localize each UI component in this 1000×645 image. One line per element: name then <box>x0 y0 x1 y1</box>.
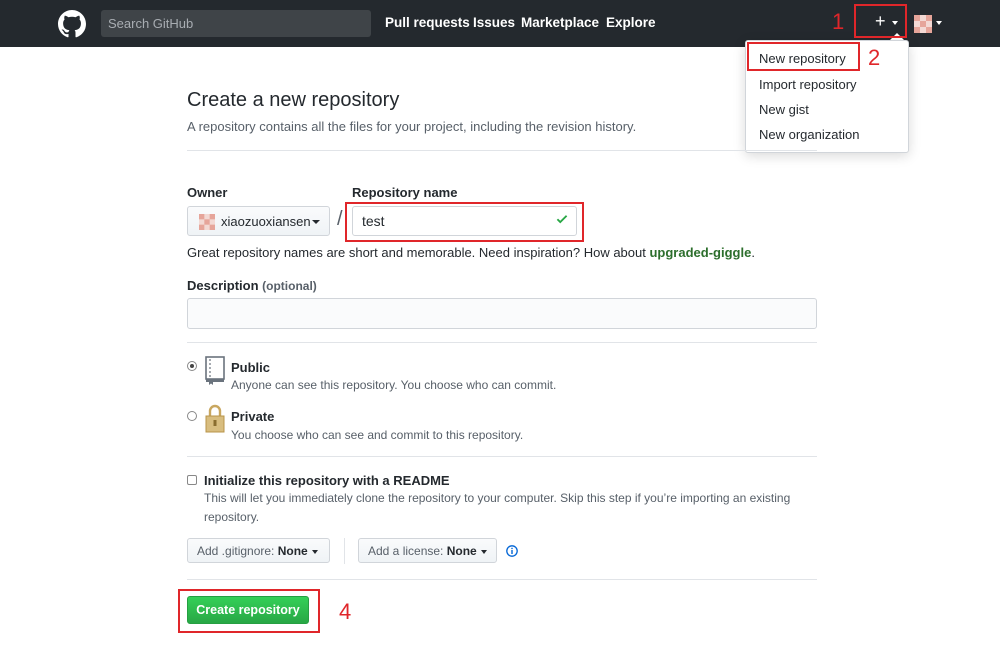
public-title: Public <box>231 360 271 375</box>
chevron-down-icon <box>480 549 487 554</box>
annotation-label-4: 4 <box>339 599 352 624</box>
gitignore-select[interactable]: Add .gitignore: None <box>187 538 330 563</box>
init-readme-description: This will let you immediately clone the … <box>204 491 791 505</box>
owner-avatar <box>199 214 215 230</box>
nav-marketplace[interactable]: Marketplace <box>521 15 599 30</box>
divider <box>187 150 817 151</box>
gitignore-label: Add .gitignore: <box>197 544 275 558</box>
chevron-down-icon <box>311 549 318 554</box>
info-icon[interactable] <box>506 545 518 557</box>
public-radio[interactable] <box>187 361 197 371</box>
create-repository-button[interactable]: Create repository <box>187 596 309 624</box>
license-label: Add a license: <box>368 544 444 558</box>
repo-icon <box>205 356 225 385</box>
repo-name-hint: Great repository names are short and mem… <box>187 245 755 260</box>
avatar-chevron-down-icon[interactable] <box>936 21 942 25</box>
annotation-label-1: 1 <box>832 9 845 34</box>
menu-item-new-gist[interactable]: New gist <box>759 102 809 117</box>
optional-tag: (optional) <box>262 279 317 293</box>
init-readme-checkbox[interactable] <box>187 475 197 485</box>
license-value: None <box>446 544 477 558</box>
menu-item-new-organization[interactable]: New organization <box>759 127 859 142</box>
description-label: Description <box>187 278 259 293</box>
menu-item-import-repository[interactable]: Import repository <box>759 77 857 92</box>
chevron-down-icon <box>312 220 320 224</box>
search-input[interactable] <box>101 10 371 37</box>
suggested-name-link[interactable]: upgraded-giggle <box>649 245 751 260</box>
description-input[interactable] <box>187 298 817 329</box>
divider <box>187 579 817 580</box>
license-select[interactable]: Add a license: None <box>358 538 497 563</box>
check-icon <box>556 215 568 224</box>
lock-icon <box>205 404 225 433</box>
owner-label: Owner <box>187 185 228 200</box>
divider <box>344 538 345 564</box>
repo-name-label: Repository name <box>352 185 458 200</box>
annotation-box-1 <box>854 4 907 38</box>
user-avatar[interactable] <box>914 15 932 33</box>
annotation-label-2: 2 <box>868 45 881 70</box>
hint-suffix: . <box>751 245 755 260</box>
init-readme-description-cont: repository. <box>204 510 260 524</box>
owner-repo-separator: / <box>337 208 343 230</box>
hint-text: Great repository names are short and mem… <box>187 245 650 260</box>
annotation-box-2 <box>747 42 860 71</box>
public-description: Anyone can see this repository. You choo… <box>231 378 557 392</box>
description-label-group: Description (optional) <box>187 278 317 293</box>
private-radio[interactable] <box>187 411 197 421</box>
owner-name: xiaozuoxiansen <box>221 214 311 229</box>
nav-pull-requests[interactable]: Pull requests <box>385 15 470 30</box>
github-logo-icon[interactable] <box>58 10 86 38</box>
page-title: Create a new repository <box>187 89 400 111</box>
nav-issues[interactable]: Issues <box>473 15 515 30</box>
private-title: Private <box>231 409 275 424</box>
init-readme-title: Initialize this repository with a README <box>204 473 450 488</box>
nav-explore[interactable]: Explore <box>606 15 656 30</box>
owner-select-button[interactable]: xiaozuoxiansen <box>187 206 330 236</box>
private-description: You choose who can see and commit to thi… <box>231 428 524 442</box>
page-subtitle: A repository contains all the files for … <box>187 119 637 134</box>
divider <box>187 342 817 343</box>
repository-name-input[interactable] <box>352 206 577 236</box>
gitignore-value: None <box>277 544 308 558</box>
divider <box>187 456 817 457</box>
